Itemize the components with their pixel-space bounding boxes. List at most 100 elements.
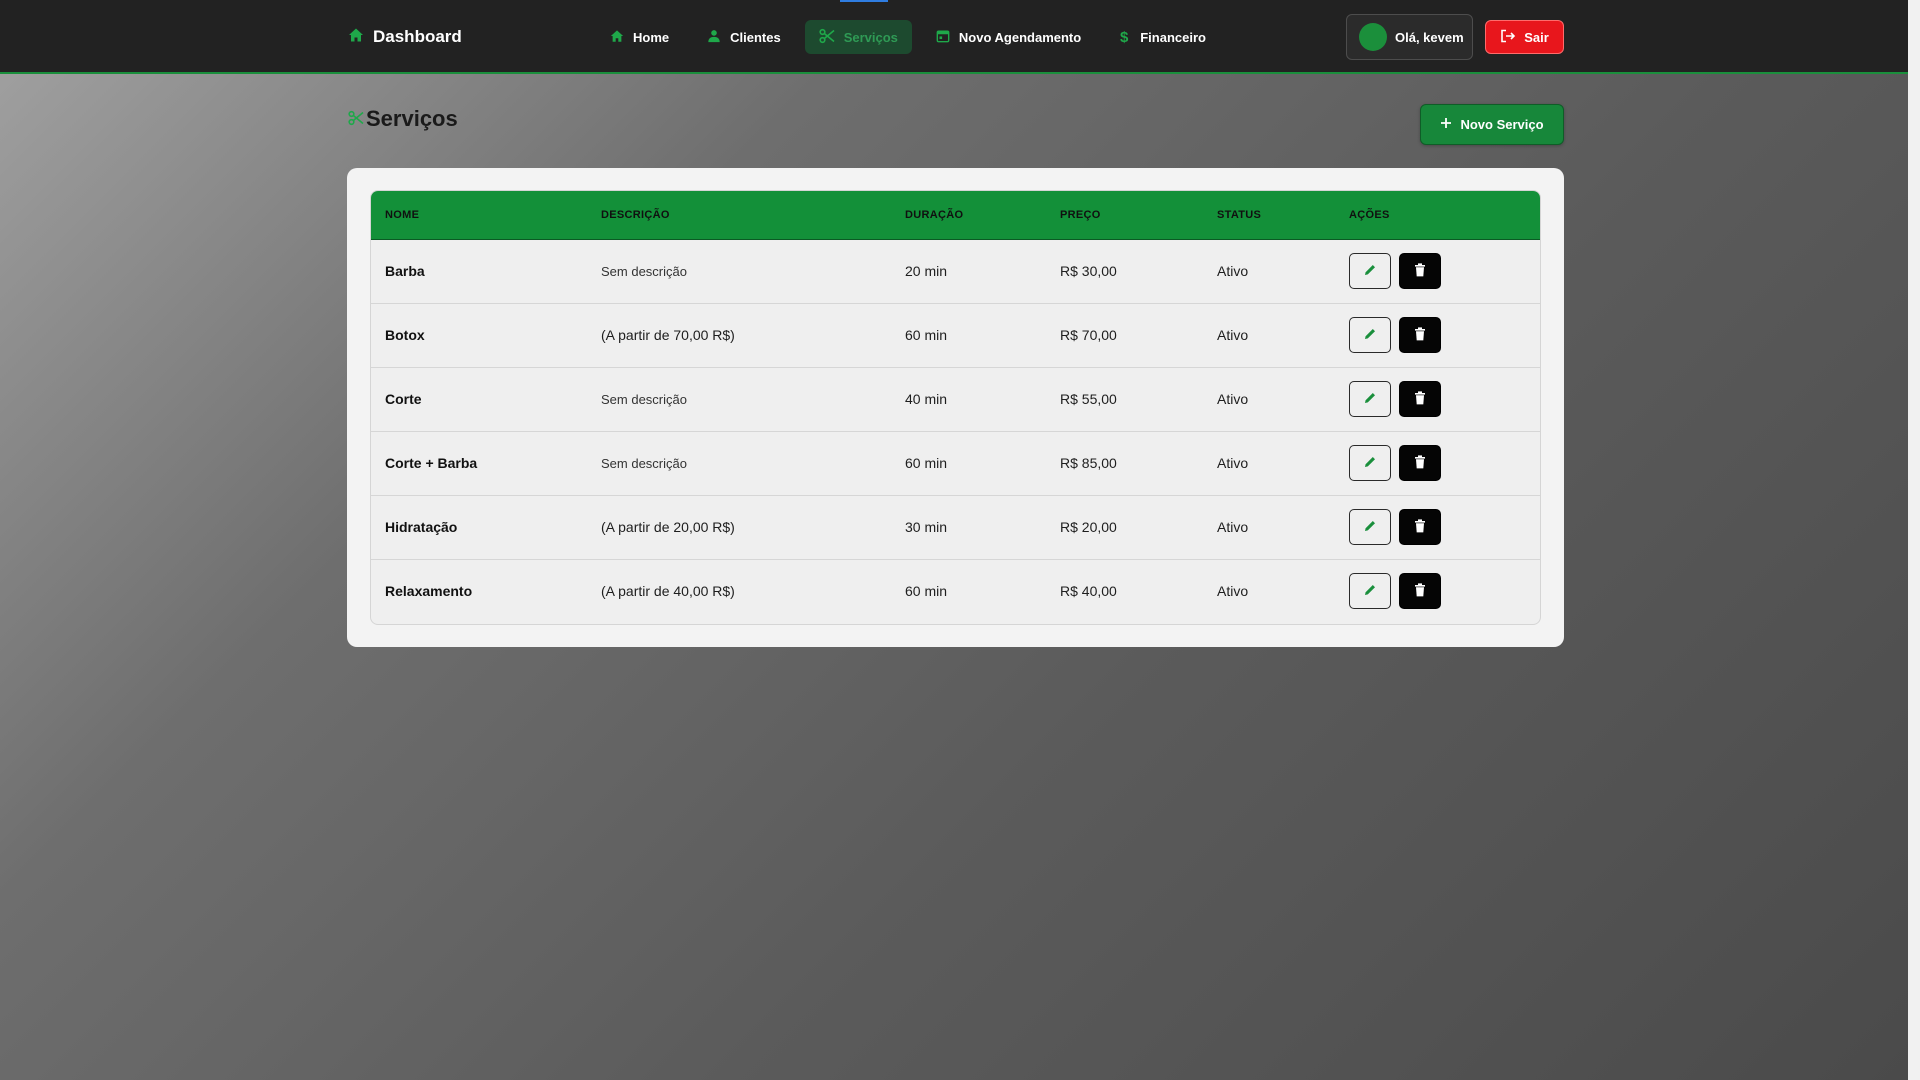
service-status: Ativo (1217, 391, 1249, 407)
edit-button[interactable] (1349, 253, 1391, 289)
person-icon (707, 29, 721, 46)
delete-button[interactable] (1399, 253, 1441, 289)
service-duration: 60 min (905, 583, 948, 600)
row-actions (1335, 239, 1540, 303)
table-row: Botox (A partir de 70,00 R$) 60 min R$ 7… (371, 303, 1540, 367)
service-name: Corte + Barba (385, 455, 478, 471)
service-price: R$ 40,00 (1060, 583, 1117, 600)
delete-button[interactable] (1399, 445, 1441, 481)
service-name: Corte (385, 391, 422, 407)
service-duration: 30 min (905, 519, 948, 535)
trash-icon (1414, 262, 1426, 280)
table-header-row: NOME DESCRIÇÃO DURAÇÃO PREÇO STATUS AÇÕE… (371, 191, 1540, 240)
logout-icon (1500, 29, 1516, 46)
services-card: NOME DESCRIÇÃO DURAÇÃO PREÇO STATUS AÇÕE… (347, 168, 1564, 647)
service-description: Sem descrição (601, 263, 687, 279)
column-header-nome: NOME (371, 191, 587, 240)
pencil-icon (1363, 583, 1377, 600)
top-navbar: Dashboard Home Clientes Serviços Novo Ag… (0, 0, 1908, 74)
service-description: Sem descrição (601, 455, 687, 471)
column-header-preco: PREÇO (1046, 191, 1203, 240)
services-table-wrapper: NOME DESCRIÇÃO DURAÇÃO PREÇO STATUS AÇÕE… (370, 190, 1541, 625)
service-status: Ativo (1217, 455, 1249, 471)
brand[interactable]: Dashboard (348, 24, 462, 50)
new-service-label: Novo Serviço (1460, 117, 1544, 132)
column-header-duracao: DURAÇÃO (891, 191, 1046, 240)
nav-item-label: Home (633, 29, 670, 45)
scissors-icon (819, 28, 835, 47)
nav-item-label: Novo Agendamento (958, 29, 1082, 45)
dollar-icon: $ (1119, 28, 1131, 47)
edit-button[interactable] (1349, 573, 1391, 610)
service-name: Botox (385, 327, 425, 343)
active-tab-indicator (840, 0, 888, 2)
service-duration: 40 min (905, 391, 948, 407)
service-status: Ativo (1217, 263, 1249, 279)
service-duration: 60 min (905, 327, 948, 343)
column-header-descricao: DESCRIÇÃO (587, 191, 891, 240)
delete-button[interactable] (1399, 573, 1441, 610)
pencil-icon (1363, 391, 1377, 408)
plus-icon (1440, 117, 1452, 132)
service-status: Ativo (1217, 583, 1249, 600)
nav-item-financeiro[interactable]: $ Financeiro (1105, 20, 1220, 54)
service-description: (A partir de 40,00 R$) (601, 583, 735, 600)
delete-button[interactable] (1399, 381, 1441, 417)
service-duration: 60 min (905, 455, 948, 471)
calendar-icon (936, 29, 950, 46)
delete-button[interactable] (1399, 317, 1441, 353)
table-row: Barba Sem descrição 20 min R$ 30,00 Ativ… (371, 239, 1540, 303)
pencil-icon (1363, 263, 1377, 280)
service-description: (A partir de 20,00 R$) (601, 519, 735, 535)
avatar (1359, 23, 1387, 51)
new-service-button[interactable]: Novo Serviço (1420, 104, 1564, 145)
nav-item-home[interactable]: Home (596, 20, 683, 54)
nav-item-label: Serviços (843, 29, 898, 45)
row-actions (1335, 495, 1540, 559)
page-scrollbar[interactable] (1908, 0, 1920, 1080)
row-actions (1335, 367, 1540, 431)
nav-item-novo-agendamento[interactable]: Novo Agendamento (922, 20, 1095, 54)
nav-item-clientes[interactable]: Clientes (693, 20, 795, 54)
service-description: (A partir de 70,00 R$) (601, 327, 735, 343)
service-price: R$ 70,00 (1060, 327, 1117, 343)
home-icon (610, 29, 624, 46)
service-status: Ativo (1217, 327, 1249, 343)
service-status: Ativo (1217, 519, 1249, 535)
delete-button[interactable] (1399, 509, 1441, 545)
column-header-status: STATUS (1203, 191, 1335, 240)
page-title-label: Serviços (366, 106, 458, 131)
row-actions (1335, 431, 1540, 495)
table-row: Corte + Barba Sem descrição 60 min R$ 85… (371, 431, 1540, 495)
trash-icon (1414, 390, 1426, 408)
service-description: Sem descrição (601, 391, 687, 407)
services-table: NOME DESCRIÇÃO DURAÇÃO PREÇO STATUS AÇÕE… (371, 191, 1540, 623)
edit-button[interactable] (1349, 317, 1391, 353)
nav-item-servicos[interactable]: Serviços (804, 20, 912, 54)
table-row: Relaxamento (A partir de 40,00 R$) 60 mi… (371, 559, 1540, 623)
edit-button[interactable] (1349, 381, 1391, 417)
home-icon (348, 27, 364, 48)
trash-icon (1414, 454, 1426, 472)
edit-button[interactable] (1349, 509, 1391, 545)
table-row: Corte Sem descrição 40 min R$ 55,00 Ativ… (371, 367, 1540, 431)
service-name: Hidratação (385, 519, 458, 535)
brand-label: Dashboard (373, 27, 462, 46)
nav-links: Home Clientes Serviços Novo Agendamento … (596, 20, 1220, 54)
service-price: R$ 55,00 (1060, 391, 1117, 407)
user-menu[interactable]: Olá, kevem (1346, 14, 1473, 60)
edit-button[interactable] (1349, 445, 1391, 481)
pencil-icon (1363, 455, 1377, 472)
pencil-icon (1363, 327, 1377, 344)
page-title: Serviços (348, 104, 458, 134)
trash-icon (1414, 326, 1426, 344)
service-name: Barba (385, 263, 425, 279)
user-greeting: Olá, kevem (1395, 29, 1464, 45)
service-price: R$ 20,00 (1060, 519, 1117, 535)
service-price: R$ 30,00 (1060, 263, 1117, 279)
trash-icon (1414, 518, 1426, 536)
logout-button[interactable]: Sair (1485, 20, 1564, 54)
service-price: R$ 85,00 (1060, 455, 1117, 471)
row-actions (1335, 303, 1540, 367)
logout-label: Sair (1524, 29, 1549, 45)
